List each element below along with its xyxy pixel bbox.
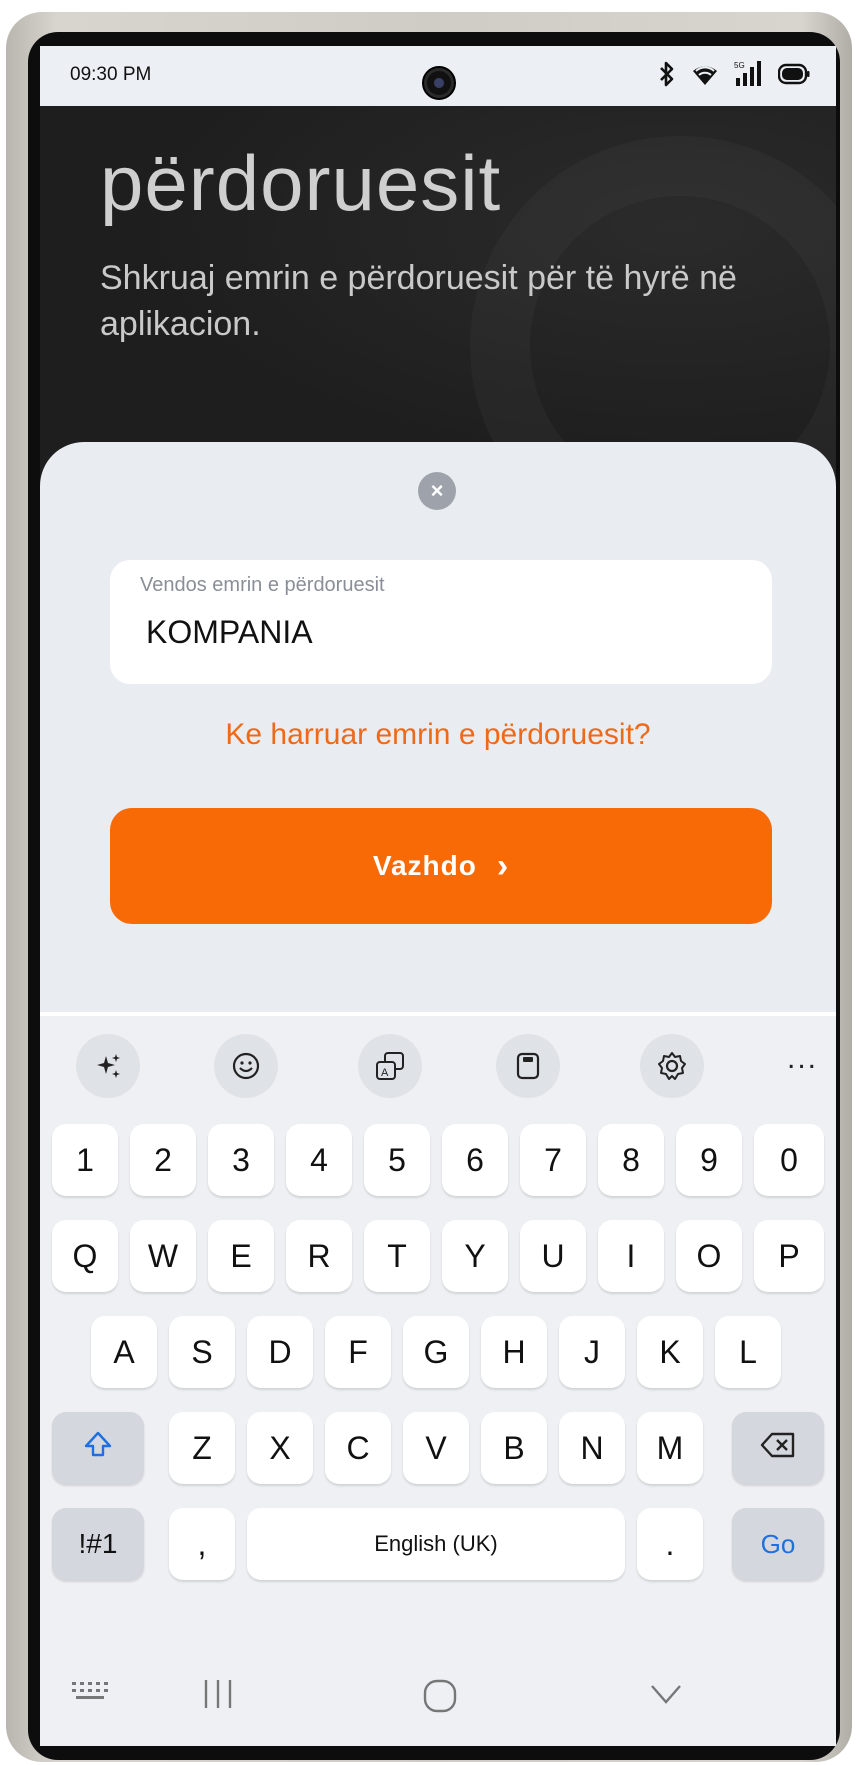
shift-icon bbox=[83, 1429, 113, 1467]
status-bar: 09:30 PM 5G bbox=[40, 46, 836, 106]
key-7[interactable]: 7 bbox=[520, 1124, 586, 1196]
key-z[interactable]: Z bbox=[169, 1412, 235, 1484]
comma-key[interactable]: , bbox=[169, 1508, 235, 1580]
screen: 09:30 PM 5G përdoruesit Shkruaj emrin e … bbox=[40, 46, 836, 1746]
settings-icon[interactable] bbox=[640, 1034, 704, 1098]
status-time: 09:30 PM bbox=[70, 64, 152, 85]
key-5[interactable]: 5 bbox=[364, 1124, 430, 1196]
soft-keyboard: A ... 1 2 3 4 5 6 7 8 9 0 Q W E R T Y U … bbox=[40, 1012, 836, 1746]
sparkle-icon[interactable] bbox=[76, 1034, 140, 1098]
shift-key[interactable] bbox=[52, 1412, 144, 1484]
key-8[interactable]: 8 bbox=[598, 1124, 664, 1196]
key-d[interactable]: D bbox=[247, 1316, 313, 1388]
key-n[interactable]: N bbox=[559, 1412, 625, 1484]
chevron-right-icon: › bbox=[496, 846, 510, 885]
go-key[interactable]: Go bbox=[732, 1508, 824, 1580]
key-s[interactable]: S bbox=[169, 1316, 235, 1388]
key-9[interactable]: 9 bbox=[676, 1124, 742, 1196]
key-x[interactable]: X bbox=[247, 1412, 313, 1484]
chevron-down-icon[interactable] bbox=[646, 1676, 686, 1712]
svg-text:A: A bbox=[381, 1067, 389, 1079]
key-t[interactable]: T bbox=[364, 1220, 430, 1292]
home-icon[interactable] bbox=[420, 1676, 460, 1716]
key-a[interactable]: A bbox=[91, 1316, 157, 1388]
key-f[interactable]: F bbox=[325, 1316, 391, 1388]
signal-5g-icon: 5G bbox=[734, 60, 764, 88]
keyboard-toolbar: A ... bbox=[40, 1016, 836, 1110]
key-b[interactable]: B bbox=[481, 1412, 547, 1484]
key-1[interactable]: 1 bbox=[52, 1124, 118, 1196]
key-2[interactable]: 2 bbox=[130, 1124, 196, 1196]
backspace-icon bbox=[760, 1430, 796, 1467]
space-key[interactable]: English (UK) bbox=[247, 1508, 625, 1580]
more-options-icon[interactable]: ... bbox=[787, 1042, 818, 1076]
continue-button-label: Vazhdo bbox=[372, 850, 477, 881]
key-w[interactable]: W bbox=[130, 1220, 196, 1292]
key-v[interactable]: V bbox=[403, 1412, 469, 1484]
clipboard-icon[interactable] bbox=[496, 1034, 560, 1098]
battery-icon bbox=[778, 63, 810, 85]
username-field[interactable]: Vendos emrin e përdoruesit bbox=[110, 560, 772, 684]
key-u[interactable]: U bbox=[520, 1220, 586, 1292]
key-p[interactable]: P bbox=[754, 1220, 824, 1292]
keyboard-switch-icon[interactable] bbox=[70, 1676, 114, 1706]
login-sheet: × Vendos emrin e përdoruesit Ke harruar … bbox=[40, 442, 836, 1042]
key-3[interactable]: 3 bbox=[208, 1124, 274, 1196]
key-q[interactable]: Q bbox=[52, 1220, 118, 1292]
period-key[interactable]: . bbox=[637, 1508, 703, 1580]
key-e[interactable]: E bbox=[208, 1220, 274, 1292]
key-o[interactable]: O bbox=[676, 1220, 742, 1292]
status-icons: 5G bbox=[658, 60, 810, 88]
close-icon[interactable]: × bbox=[418, 472, 456, 510]
svg-text:5G: 5G bbox=[734, 61, 745, 70]
front-camera bbox=[422, 66, 456, 100]
backspace-key[interactable] bbox=[732, 1412, 824, 1484]
key-i[interactable]: I bbox=[598, 1220, 664, 1292]
key-m[interactable]: M bbox=[637, 1412, 703, 1484]
key-0[interactable]: 0 bbox=[754, 1124, 824, 1196]
continue-button[interactable]: Vazhdo › bbox=[110, 808, 772, 924]
key-l[interactable]: L bbox=[715, 1316, 781, 1388]
page-title: përdoruesit bbox=[100, 139, 502, 227]
key-r[interactable]: R bbox=[286, 1220, 352, 1292]
key-6[interactable]: 6 bbox=[442, 1124, 508, 1196]
key-h[interactable]: H bbox=[481, 1316, 547, 1388]
translate-icon[interactable]: A bbox=[358, 1034, 422, 1098]
key-j[interactable]: J bbox=[559, 1316, 625, 1388]
forgot-username-link[interactable]: Ke harruar emrin e përdoruesit? bbox=[40, 718, 836, 752]
key-c[interactable]: C bbox=[325, 1412, 391, 1484]
username-input[interactable] bbox=[146, 614, 746, 651]
navigation-bar bbox=[40, 1654, 836, 1746]
username-field-label: Vendos emrin e përdoruesit bbox=[140, 574, 385, 596]
symbols-key[interactable]: !#1 bbox=[52, 1508, 144, 1580]
emoji-icon[interactable] bbox=[214, 1034, 278, 1098]
wifi-icon bbox=[690, 61, 720, 87]
page-subtitle: Shkruaj emrin e përdoruesit për të hyrë … bbox=[100, 259, 737, 343]
key-y[interactable]: Y bbox=[442, 1220, 508, 1292]
key-k[interactable]: K bbox=[637, 1316, 703, 1388]
recent-apps-icon[interactable] bbox=[198, 1676, 238, 1712]
key-4[interactable]: 4 bbox=[286, 1124, 352, 1196]
bluetooth-icon bbox=[658, 61, 676, 87]
key-g[interactable]: G bbox=[403, 1316, 469, 1388]
